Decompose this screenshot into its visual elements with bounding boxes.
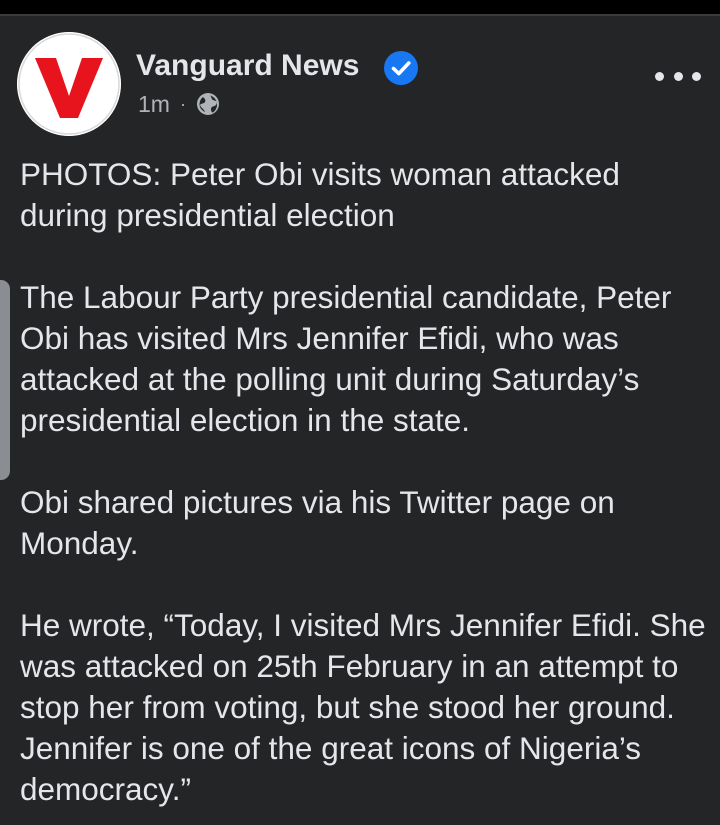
meta-separator: · xyxy=(179,93,186,114)
page-name[interactable]: Vanguard News xyxy=(136,49,359,83)
more-dot xyxy=(692,71,701,81)
post-body: PHOTOS: Peter Obi visits woman attacked … xyxy=(20,154,710,825)
page-avatar[interactable] xyxy=(17,32,121,136)
scroll-handle[interactable] xyxy=(0,280,10,480)
more-dot xyxy=(655,71,664,81)
status-bar xyxy=(0,0,720,14)
more-options-button[interactable] xyxy=(655,62,701,90)
post-paragraph: Obi shared pictures via his Twitter page… xyxy=(20,484,615,561)
more-dot xyxy=(673,71,683,81)
globe-icon xyxy=(196,93,219,115)
post-paragraph: He wrote, “Today, I visited Mrs Jennifer… xyxy=(20,607,706,807)
post-headline: PHOTOS: Peter Obi visits woman attacked … xyxy=(20,156,620,233)
post-paragraph: The Labour Party presidential candidate,… xyxy=(20,279,672,438)
verified-badge-icon xyxy=(384,51,418,85)
post-timestamp[interactable]: 1m xyxy=(138,91,170,118)
top-divider xyxy=(0,14,720,16)
vanguard-logo-icon xyxy=(17,32,121,136)
post-meta: 1m · xyxy=(138,90,220,118)
